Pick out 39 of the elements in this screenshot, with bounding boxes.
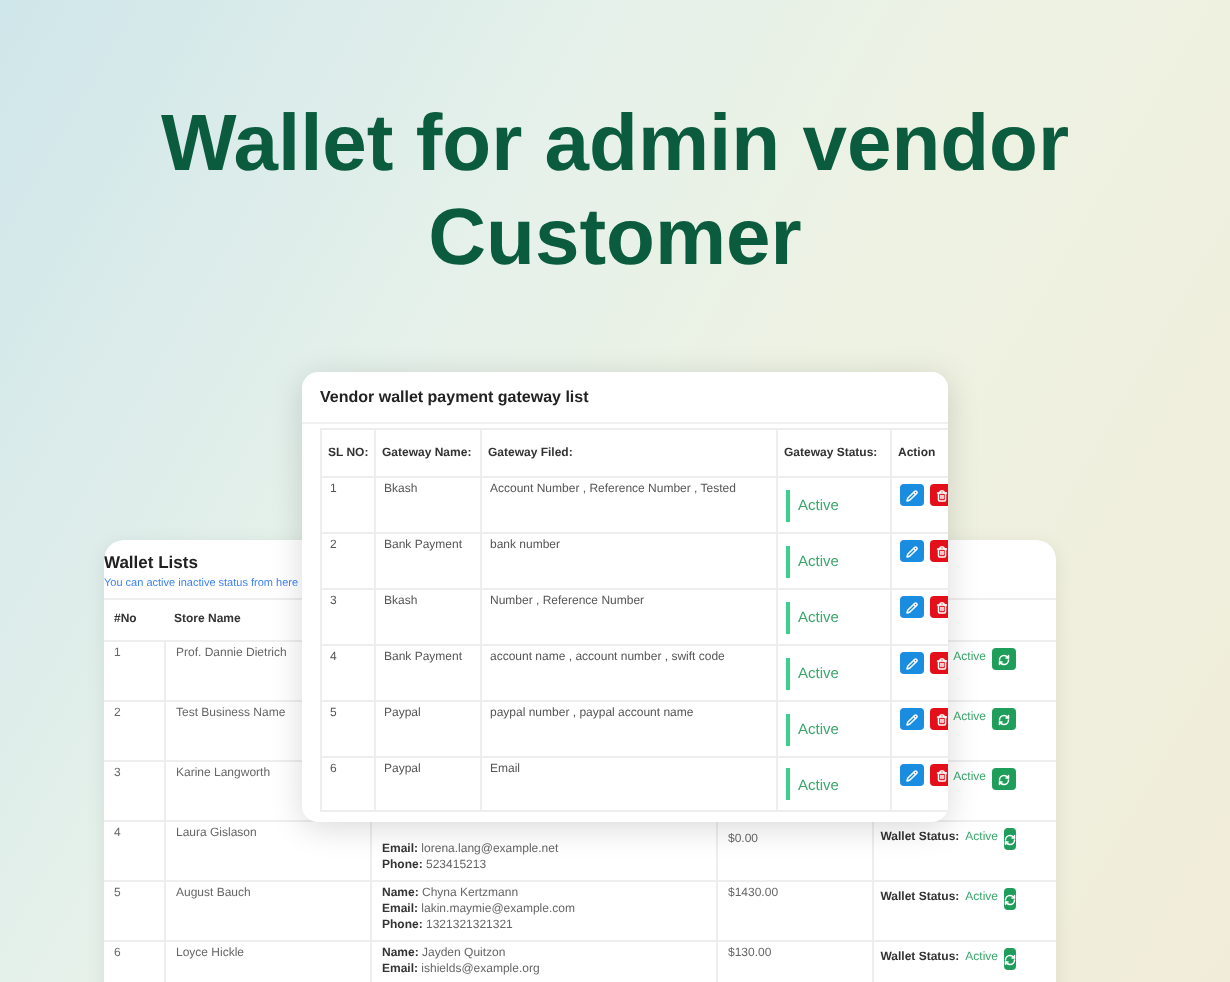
pencil-icon (906, 713, 918, 725)
trash-icon (936, 489, 948, 501)
edit-button[interactable] (900, 540, 924, 562)
trash-icon (936, 713, 948, 725)
refresh-button[interactable] (992, 768, 1016, 790)
pencil-icon (906, 657, 918, 669)
refresh-button[interactable] (1004, 888, 1016, 910)
edit-button[interactable] (900, 484, 924, 506)
pencil-icon (906, 601, 918, 613)
delete-button[interactable] (930, 484, 948, 506)
card-title: Vendor wallet payment gateway list (302, 372, 948, 424)
refresh-icon (998, 773, 1010, 785)
refresh-button[interactable] (1004, 948, 1016, 970)
trash-icon (936, 657, 948, 669)
edit-button[interactable] (900, 764, 924, 786)
refresh-icon (1004, 953, 1016, 965)
edit-button[interactable] (900, 652, 924, 674)
trash-icon (936, 545, 948, 557)
pencil-icon (906, 545, 918, 557)
refresh-icon (1004, 833, 1016, 845)
trash-icon (936, 769, 948, 781)
pencil-icon (906, 489, 918, 501)
edit-button[interactable] (900, 708, 924, 730)
edit-button[interactable] (900, 596, 924, 618)
delete-button[interactable] (930, 652, 948, 674)
pencil-icon (906, 769, 918, 781)
delete-button[interactable] (930, 708, 948, 730)
refresh-button[interactable] (1004, 828, 1016, 850)
card-title: Wallet Lists (104, 552, 198, 576)
delete-button[interactable] (930, 764, 948, 786)
page-heading: Wallet for admin vendor Customer (158, 98, 1072, 286)
refresh-icon (1004, 893, 1016, 905)
refresh-icon (998, 713, 1010, 725)
trash-icon (936, 601, 948, 613)
delete-button[interactable] (930, 540, 948, 562)
delete-button[interactable] (930, 596, 948, 618)
refresh-button[interactable] (992, 708, 1016, 730)
refresh-button[interactable] (992, 648, 1016, 670)
refresh-icon (998, 653, 1010, 665)
